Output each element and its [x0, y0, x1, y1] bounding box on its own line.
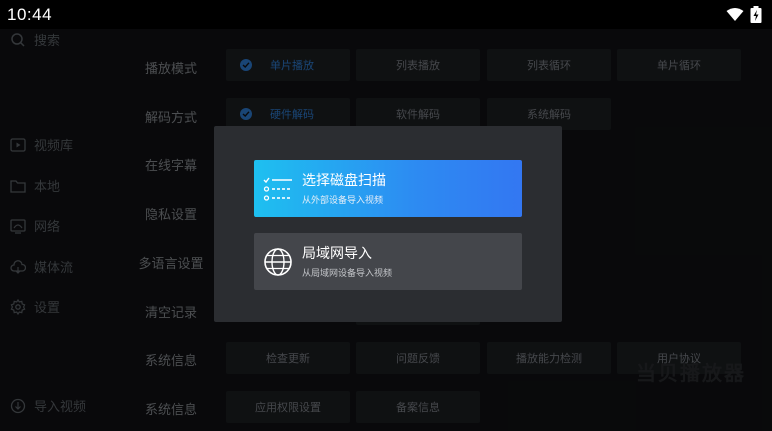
status-time: 10:44: [7, 5, 53, 24]
status-icons: [726, 6, 762, 23]
checklist-icon: [263, 177, 292, 201]
scan-disk-subtitle: 从外部设备导入视频: [302, 195, 384, 206]
lan-import-button[interactable]: 局域网导入 从局域网设备导入视频: [254, 233, 522, 290]
scan-disk-title: 选择磁盘扫描: [302, 172, 386, 189]
import-dialog: 选择磁盘扫描 从外部设备导入视频 局域网导入 从局域网设备导入视频: [214, 126, 562, 322]
battery-icon: [750, 6, 762, 23]
wifi-icon: [726, 8, 744, 21]
list-icon-wrap: [254, 160, 302, 217]
globe-icon: [264, 247, 292, 276]
globe-icon-wrap: [254, 233, 302, 290]
status-bar: 10:44: [0, 0, 772, 29]
scan-disk-button[interactable]: 选择磁盘扫描 从外部设备导入视频: [254, 160, 522, 217]
lan-import-subtitle: 从局域网设备导入视频: [302, 268, 393, 279]
lan-import-title: 局域网导入: [302, 245, 372, 262]
